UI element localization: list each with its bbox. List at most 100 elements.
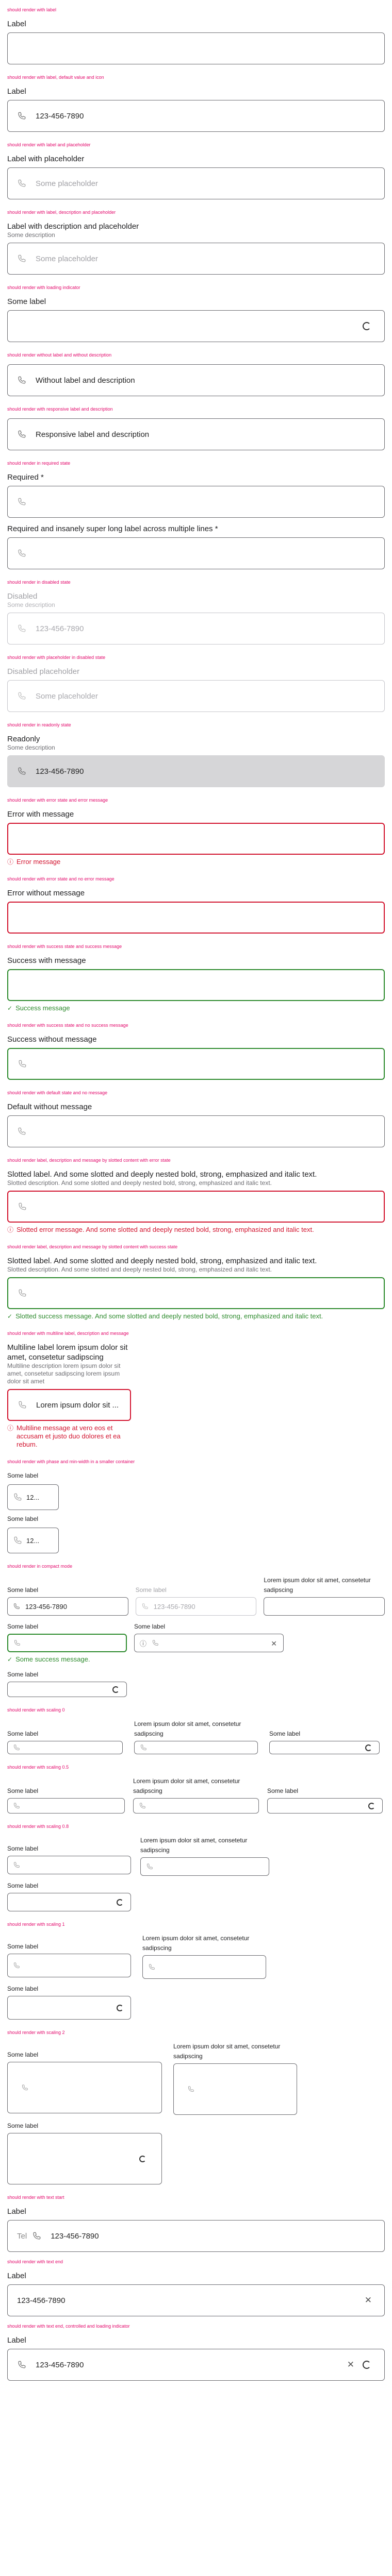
spinner-icon — [363, 2361, 371, 2369]
loading-input[interactable] — [7, 1682, 127, 1697]
phone-input[interactable]: Lorem ipsum dolor sit ... — [7, 1389, 131, 1421]
example-scaling-1: should render with scaling 1 Some label … — [7, 1922, 385, 2020]
pin-code-input[interactable] — [7, 32, 385, 64]
phone-icon — [18, 767, 26, 775]
phone-icon — [18, 624, 26, 632]
caption: should render with scaling 0 — [7, 1707, 65, 1713]
input-value: Responsive label and description — [36, 430, 150, 439]
phone-input[interactable] — [134, 1741, 258, 1754]
field-label: Success with message — [7, 956, 86, 965]
check-icon: ✓ — [7, 1005, 13, 1012]
phone-input: 123-456-7890 — [7, 613, 385, 645]
loading-input[interactable] — [269, 1741, 380, 1754]
search-input[interactable]: ⓘ ✕ — [134, 1634, 284, 1652]
phone-input[interactable] — [7, 2062, 162, 2113]
phone-input[interactable] — [7, 969, 385, 1001]
example-scaling-05: should render with scaling 0.5 Some labe… — [7, 1765, 385, 1814]
phone-input[interactable]: 123-456-7890 — [7, 100, 385, 132]
phone-icon — [13, 1603, 20, 1609]
field-label: Label with placeholder — [7, 155, 85, 163]
example-default-no-message: should render with default state and no … — [7, 1090, 385, 1147]
phone-input[interactable]: Responsive label and description — [7, 418, 385, 450]
field-label: Some label — [269, 1730, 301, 1737]
phone-input[interactable]: 12... — [7, 1528, 59, 1553]
caption: should render with scaling 0.8 — [7, 1824, 69, 1829]
loading-input[interactable] — [7, 1893, 131, 1911]
error-icon: ⓘ — [7, 1425, 14, 1432]
example-no-label: should render without label and without … — [7, 352, 385, 396]
input-value: Lorem ipsum dolor sit ... — [36, 1400, 119, 1410]
phone-input[interactable] — [7, 1954, 131, 1977]
field-label: Error with message — [7, 810, 74, 819]
field-label: Lorem ipsum dolor sit amet, consetetur s… — [264, 1577, 371, 1594]
phone-input[interactable] — [7, 1856, 131, 1874]
phone-input[interactable] — [7, 902, 385, 934]
spinner-icon — [363, 322, 371, 330]
text-input[interactable] — [264, 1597, 385, 1616]
phone-input[interactable] — [142, 1955, 266, 1979]
phone-icon — [18, 179, 26, 187]
phone-icon — [142, 1603, 148, 1609]
example-success-message: should render with success state and suc… — [7, 944, 385, 1012]
check-icon: ✓ — [7, 1313, 13, 1320]
example-compact: should render in compact mode Some label… — [7, 1564, 385, 1697]
phone-icon — [139, 1803, 145, 1809]
phone-input[interactable]: Tel 123-456-7890 — [7, 2220, 385, 2252]
phone-input[interactable] — [140, 1857, 269, 1876]
caption: should render with placeholder in disabl… — [7, 655, 106, 660]
phone-input[interactable] — [7, 486, 385, 518]
loading-input[interactable] — [7, 2133, 162, 2184]
spinner-icon — [117, 1899, 123, 1906]
field-label: Some label — [135, 1586, 167, 1594]
field-label: Lorem ipsum dolor sit amet, consetetur s… — [133, 1777, 240, 1794]
phone-icon — [14, 1640, 20, 1646]
field-label: Required * — [7, 473, 44, 482]
phone-icon — [13, 1744, 20, 1751]
field-label: Some label — [7, 1671, 39, 1678]
phone-input[interactable]: Without label and description — [7, 364, 385, 396]
phone-input[interactable]: Some placeholder — [7, 243, 385, 275]
caption: should render with default state and no … — [7, 1090, 108, 1095]
phone-input[interactable] — [7, 537, 385, 569]
example-scaling-0: should render with scaling 0 Some label … — [7, 1707, 385, 1754]
spinner-icon — [139, 2155, 146, 2162]
field-label: Some label — [7, 1787, 39, 1794]
phone-input[interactable] — [7, 1634, 127, 1652]
phone-icon — [18, 2361, 26, 2368]
field-label: Lorem ipsum dolor sit amet, consetetur s… — [142, 1935, 250, 1952]
phone-input[interactable]: 12... — [7, 1484, 59, 1510]
caption: should render with multiline label, desc… — [7, 1331, 129, 1336]
loading-input[interactable] — [7, 1996, 131, 2020]
close-icon[interactable]: ✕ — [365, 2296, 372, 2305]
phone-input[interactable] — [7, 1798, 125, 1814]
phone-input[interactable] — [7, 1741, 123, 1754]
phone-input[interactable] — [7, 823, 385, 855]
field-label: Lorem ipsum dolor sit amet, consetetur s… — [140, 1837, 248, 1854]
input-value: 12... — [26, 1493, 40, 1501]
phone-input[interactable] — [133, 1798, 259, 1814]
field-label: Disabled — [7, 592, 38, 601]
phone-input[interactable] — [7, 1191, 385, 1223]
caption: should render with label — [7, 7, 57, 12]
phone-input[interactable] — [173, 2063, 297, 2115]
phone-input[interactable]: 123-456-7890 — [7, 755, 385, 787]
close-icon[interactable]: ✕ — [271, 1639, 277, 1648]
phone-input[interactable]: 123-456-7890 ✕ — [7, 2284, 385, 2316]
field-label: Label — [7, 20, 26, 28]
phone-input[interactable] — [7, 1277, 385, 1309]
example-text-end: should render with text end Label 123-45… — [7, 2259, 385, 2316]
phone-input[interactable] — [7, 1048, 385, 1080]
field-label: Lorem ipsum dolor sit amet, consetetur s… — [134, 1720, 241, 1737]
error-message: ⓘ Multiline message at vero eos et accus… — [7, 1424, 131, 1449]
loading-input[interactable] — [267, 1798, 383, 1814]
phone-input[interactable]: Some placeholder — [7, 167, 385, 199]
input-value: 123-456-7890 — [36, 111, 84, 121]
input-placeholder: Some placeholder — [36, 691, 98, 701]
phone-input[interactable]: 123-456-7890 ✕ — [7, 2349, 385, 2381]
phone-input[interactable] — [7, 1115, 385, 1147]
phone-input[interactable]: 123-456-7890 — [7, 1597, 128, 1616]
close-icon[interactable]: ✕ — [347, 2360, 354, 2369]
success-message: ✓ Some success message. — [7, 1655, 127, 1664]
check-icon: ✓ — [7, 1656, 13, 1663]
loading-input[interactable] — [7, 310, 385, 342]
